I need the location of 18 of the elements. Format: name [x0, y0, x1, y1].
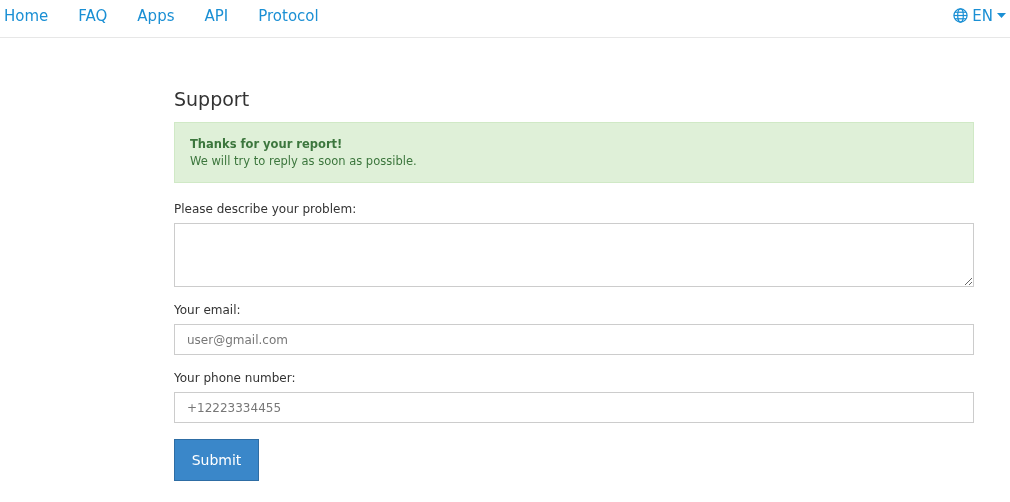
field-label: Please describe your problem: [174, 202, 358, 216]
nav-link[interactable]: Apps [137, 2, 175, 35]
field-label: Your phone number: [174, 371, 297, 385]
problem-textarea[interactable] [174, 223, 974, 287]
caret-icon [997, 13, 1006, 18]
alert-message: We will try to reply as soon as possible. [190, 154, 418, 168]
alert-title: Thanks for your report! [190, 137, 344, 151]
language-dropdown[interactable]: EN [953, 2, 1006, 35]
nav-link[interactable]: Home [4, 2, 49, 35]
page-title: Support [174, 88, 251, 110]
submit-button[interactable]: Submit [174, 439, 259, 481]
field-label: Your email: [174, 303, 242, 317]
globe-icon [953, 8, 969, 23]
nav-link[interactable]: API [204, 2, 229, 35]
input-field[interactable]: user@gmail.com [174, 324, 974, 355]
nav-link[interactable]: FAQ [78, 2, 108, 35]
nav-link[interactable]: Protocol [258, 2, 319, 35]
input-field[interactable]: +12223334455 [174, 392, 974, 423]
